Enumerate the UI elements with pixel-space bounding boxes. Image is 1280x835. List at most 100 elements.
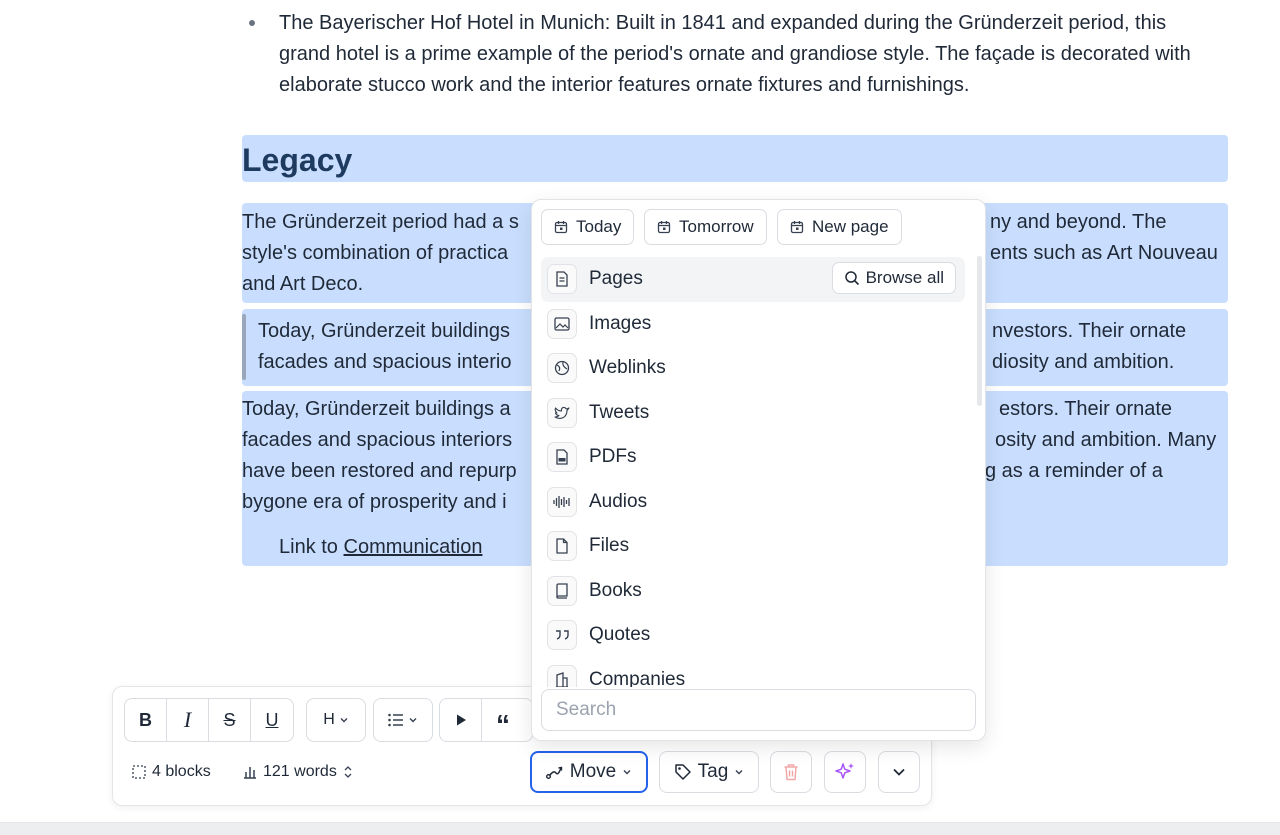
words-count[interactable]: 121 words bbox=[243, 763, 353, 781]
menu-item-weblinks[interactable]: Weblinks bbox=[541, 346, 965, 391]
toggle-button[interactable] bbox=[440, 699, 482, 741]
italic-icon: I bbox=[183, 707, 192, 732]
chevron-down-icon bbox=[623, 770, 631, 775]
quote-bar bbox=[242, 314, 246, 380]
menu-item-tweets[interactable]: Tweets bbox=[541, 391, 965, 436]
strikethrough-icon: S bbox=[223, 709, 236, 730]
para3-line1b: estors. Their ornate bbox=[999, 398, 1173, 420]
menu-item-audios[interactable]: Audios bbox=[541, 480, 965, 525]
tomorrow-chip[interactable]: Tomorrow bbox=[644, 209, 767, 245]
move-path-icon bbox=[545, 766, 562, 779]
quote-line2b: diosity and ambition. bbox=[992, 351, 1175, 373]
bullet-text: The Bayerischer Hof Hotel in Munich: Bui… bbox=[279, 12, 1191, 96]
heading-button[interactable]: H bbox=[307, 699, 365, 741]
image-icon bbox=[547, 308, 577, 339]
menu-item-files[interactable]: Files bbox=[541, 524, 965, 569]
menu-item-images[interactable]: Images bbox=[541, 302, 965, 347]
book-icon bbox=[547, 575, 577, 606]
chevron-down-icon bbox=[893, 768, 905, 776]
menu-item-quotes[interactable]: Quotes bbox=[541, 613, 965, 658]
para3-line2b: osity and ambition. Many bbox=[995, 429, 1217, 451]
communication-link[interactable]: Communication bbox=[344, 536, 483, 558]
tag-label: Tag bbox=[697, 761, 729, 782]
move-dropdown-menu: Today Tomorrow New page Pages Browse all… bbox=[531, 199, 986, 741]
para3-line3a: have been restored and repurp bbox=[242, 460, 517, 482]
new-page-chip[interactable]: New page bbox=[777, 209, 902, 245]
new-page-label: New page bbox=[812, 217, 889, 236]
calendar-icon bbox=[554, 221, 568, 234]
search-icon bbox=[844, 271, 859, 286]
heading-dropdown[interactable]: H bbox=[306, 698, 366, 742]
selection-box-icon bbox=[132, 765, 146, 779]
quote-line2a: facades and spacious interio bbox=[258, 351, 512, 373]
browse-all-button[interactable]: Browse all bbox=[831, 262, 956, 294]
strikethrough-button[interactable]: S bbox=[209, 699, 251, 741]
more-button[interactable] bbox=[878, 751, 920, 793]
menu-item-label: Tweets bbox=[589, 401, 650, 423]
menu-item-label: Audios bbox=[589, 490, 648, 512]
bullet-dot bbox=[249, 20, 255, 26]
bottom-bar bbox=[0, 822, 1280, 835]
play-icon bbox=[456, 714, 466, 726]
list-button[interactable] bbox=[374, 699, 432, 741]
blocks-count-label: 4 blocks bbox=[152, 763, 211, 780]
blocks-count: 4 blocks bbox=[132, 763, 211, 781]
quote-line1a: Today, Gründerzeit buildings bbox=[258, 320, 510, 342]
menu-scrollbar[interactable] bbox=[977, 256, 982, 406]
twitter-bird-icon bbox=[547, 397, 577, 428]
today-chip[interactable]: Today bbox=[541, 209, 635, 245]
bar-chart-icon bbox=[244, 767, 256, 779]
link-prefix: Link to bbox=[279, 536, 338, 558]
para1-line2a: style's combination of practica bbox=[242, 242, 509, 264]
sparkles-icon bbox=[835, 763, 854, 779]
menu-item-label: PDFs bbox=[589, 446, 637, 468]
menu-item-list: Pages Browse all Images Weblinks Tweets … bbox=[541, 257, 965, 687]
para1-line2b: ents such as Art Nouveau bbox=[990, 242, 1218, 264]
tag-button[interactable]: Tag bbox=[659, 751, 759, 793]
para3-line4a: bygone era of prosperity and i bbox=[242, 491, 507, 513]
para1-line1a: The Gründerzeit period had a s bbox=[242, 211, 519, 233]
quote-button[interactable]: “ bbox=[482, 699, 524, 741]
menu-item-label: Books bbox=[589, 579, 642, 601]
underline-button[interactable]: U bbox=[251, 699, 293, 741]
menu-item-label: Quotes bbox=[589, 624, 651, 646]
calendar-icon bbox=[657, 221, 671, 234]
para1-line3a: and Art Deco. bbox=[242, 273, 364, 295]
tomorrow-label: Tomorrow bbox=[679, 217, 754, 236]
bold-button[interactable]: B bbox=[125, 699, 167, 741]
quote-line1b: nvestors. Their ornate bbox=[992, 320, 1187, 342]
heading-legacy[interactable]: Legacy bbox=[242, 140, 352, 180]
text-style-group: B I S U bbox=[124, 698, 294, 742]
para1-line1b: ny and beyond. The bbox=[990, 211, 1167, 233]
quote-marks-icon bbox=[547, 620, 577, 651]
insert-group: “ bbox=[439, 698, 533, 742]
globe-icon bbox=[547, 353, 577, 384]
menu-item-books[interactable]: Books bbox=[541, 569, 965, 614]
para3-line2a: facades and spacious interiors bbox=[242, 429, 513, 451]
today-label: Today bbox=[576, 217, 622, 236]
menu-item-label: Images bbox=[589, 312, 652, 334]
selection-heading bbox=[242, 135, 1228, 182]
chevron-down-icon bbox=[340, 718, 348, 723]
menu-item-pages[interactable]: Pages Browse all bbox=[541, 257, 965, 302]
file-text-icon bbox=[547, 264, 577, 295]
chevron-down-icon bbox=[409, 718, 417, 723]
browse-all-label: Browse all bbox=[865, 268, 944, 287]
para3-line1a: Today, Gründerzeit buildings a bbox=[242, 398, 511, 420]
italic-button[interactable]: I bbox=[167, 699, 209, 741]
calendar-icon bbox=[790, 221, 804, 234]
menu-item-pdfs[interactable]: PDFs bbox=[541, 435, 965, 480]
trash-icon bbox=[784, 764, 798, 781]
menu-search-input[interactable] bbox=[541, 689, 976, 731]
ai-button[interactable] bbox=[824, 751, 866, 793]
move-label: Move bbox=[569, 761, 617, 782]
move-button[interactable]: Move bbox=[530, 751, 648, 793]
delete-button[interactable] bbox=[770, 751, 812, 793]
menu-item-companies[interactable]: Companies bbox=[541, 658, 965, 687]
para3-line3b: g as a reminder of a bbox=[985, 460, 1163, 482]
audio-waveform-icon bbox=[547, 486, 577, 517]
building-icon bbox=[547, 664, 577, 687]
list-dropdown[interactable] bbox=[373, 698, 433, 742]
quote-icon: “ bbox=[496, 709, 510, 740]
menu-item-label: Companies bbox=[589, 668, 686, 687]
